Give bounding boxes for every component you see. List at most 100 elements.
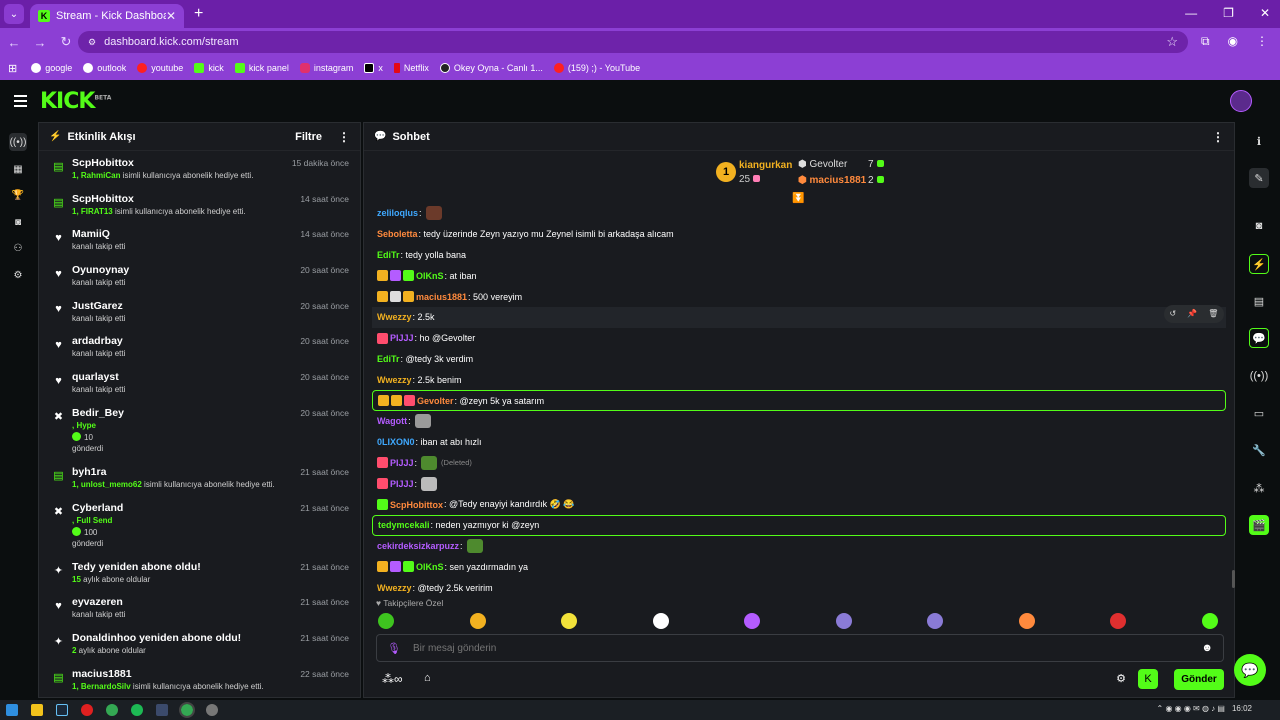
chat-options-icon[interactable]: ⋮ <box>1212 130 1224 144</box>
camera-icon[interactable]: ◙ <box>9 213 27 231</box>
activity-item[interactable]: ♥ eyvazeren kanalı takip etti 21 saat ön… <box>39 590 360 626</box>
activity-item[interactable]: ✖ Bedir_Bey , Hype 10 gönderdi 20 saat ö… <box>39 401 360 460</box>
profile-icon[interactable]: ◉ <box>1228 34 1238 49</box>
send-button[interactable]: Gönder <box>1174 669 1224 690</box>
chat-message-input[interactable] <box>412 642 1202 654</box>
minimize-icon[interactable]: — <box>1185 6 1197 20</box>
chat-icon[interactable]: 💬 <box>1249 328 1269 348</box>
menu-icon[interactable] <box>14 95 27 110</box>
chat-username[interactable]: PIJJJ <box>390 333 414 343</box>
store-icon[interactable]: ⌂ <box>424 672 431 684</box>
bookmark-item[interactable]: (159) ;) - YouTube <box>553 63 640 73</box>
chat-username[interactable]: OlKnS <box>416 562 444 572</box>
chat-message[interactable]: Wwezzy: 2.5k ↺ 📌 🗑 <box>372 304 1226 328</box>
bolt-icon[interactable]: ⚡ <box>1249 254 1269 274</box>
chat-message[interactable]: ScpHobittox: @Tedy enayiyi kandırdık 🤣 😂 <box>372 494 1226 515</box>
chat-message[interactable]: EdiTr: tedy yolla bana <box>372 245 1226 266</box>
windows-start-icon[interactable] <box>6 704 18 716</box>
broadcast-icon[interactable]: ((•)) <box>9 133 27 151</box>
chat-username[interactable]: macius1881 <box>416 292 467 302</box>
obs-icon[interactable] <box>206 704 218 716</box>
new-tab-button[interactable]: + <box>194 5 203 23</box>
url-field[interactable]: ⚙ dashboard.kick.com/stream ☆ <box>78 31 1188 53</box>
chat-username[interactable]: Gevolter <box>417 396 454 406</box>
chat-username[interactable]: ScpHobittox <box>390 500 443 510</box>
kicks-icon[interactable]: ⁂ <box>1249 478 1269 498</box>
chat-input-box[interactable]: 🎙 ☻ <box>376 634 1224 662</box>
support-chat-button[interactable]: 💬 <box>1234 654 1266 686</box>
activity-item[interactable]: ♥ MamiiQ kanalı takip etti 14 saat önce <box>39 222 360 258</box>
chat-username[interactable]: tedymcekali <box>378 520 430 530</box>
chat-username[interactable]: PIJJJ <box>390 479 414 489</box>
activity-item[interactable]: ✦ Donaldinhoo yeniden abone oldu! 2 aylı… <box>39 626 360 662</box>
chat-username[interactable]: Seboletta <box>377 229 418 239</box>
chat-message[interactable]: OlKnS: at iban <box>372 265 1226 286</box>
chrome-icon[interactable] <box>106 704 118 716</box>
apps-icon[interactable]: ⊞ <box>8 62 17 75</box>
tab-search-button[interactable]: ⌄ <box>4 4 24 24</box>
leader-first-name[interactable]: kiangurkan <box>739 160 792 171</box>
chrome-active-icon[interactable] <box>179 702 195 718</box>
spotify-icon[interactable] <box>131 704 143 716</box>
bookmark-item[interactable]: Okey Oyna - Canlı 1... <box>439 63 543 73</box>
chat-message[interactable]: PIJJJ: (Deleted) <box>372 453 1226 474</box>
chat-message[interactable]: PIJJJ: <box>372 473 1226 494</box>
activity-item[interactable]: ♥ Oyunoynay kanalı takip etti 20 saat ön… <box>39 258 360 294</box>
edit-icon[interactable]: ✎ <box>1249 168 1269 188</box>
pin-icon[interactable]: 📌 <box>1187 309 1197 318</box>
chat-username[interactable]: Wwezzy <box>377 583 412 593</box>
chat-message[interactable]: OlKnS: sen yazdırmadın ya <box>372 557 1226 578</box>
close-window-icon[interactable]: ✕ <box>1260 6 1270 20</box>
timeout-icon[interactable]: ↺ <box>1170 309 1177 318</box>
emote-button[interactable] <box>469 613 486 629</box>
chat-username[interactable]: zeliloqlus <box>377 208 418 218</box>
chat-message[interactable]: tedymcekali: neden yazmıyor ki @zeyn <box>372 514 1226 536</box>
chat-message[interactable]: EdiTr: @tedy 3k verdim <box>372 349 1226 370</box>
broadcast-icon[interactable]: ((•)) <box>1249 366 1269 386</box>
emote-button[interactable] <box>835 613 852 629</box>
activity-item[interactable]: ▤ macius1881 1, BernardoSilv isimli kull… <box>39 662 360 697</box>
activity-item[interactable]: ✖ Cyberland , Full Send 100 gönderdi 21 … <box>39 496 360 555</box>
more-options-icon[interactable]: ⋮ <box>338 130 350 144</box>
bookmark-item[interactable]: kick <box>194 63 224 73</box>
settings-icon[interactable]: ⚙ <box>9 266 27 284</box>
activity-item[interactable]: ▤ ScpHobittox 1, FIRAT13 isimli kullanıc… <box>39 187 360 223</box>
chat-message[interactable]: 0LIXON0: iban at abı hızlı <box>372 432 1226 453</box>
dashboard-icon[interactable]: ▦ <box>9 160 27 178</box>
trophy-icon[interactable]: 🏆 <box>9 186 27 204</box>
chat-message[interactable]: cekirdeksizkarpuzz: <box>372 536 1226 557</box>
chat-username[interactable]: EdiTr <box>377 354 400 364</box>
chat-username[interactable]: Wagott <box>377 416 407 426</box>
close-tab-icon[interactable]: ✕ <box>166 9 176 23</box>
delete-icon[interactable]: 🗑 <box>1208 309 1218 318</box>
chat-username[interactable]: PIJJJ <box>390 458 414 468</box>
info-icon[interactable]: ℹ <box>1249 131 1269 151</box>
browser-menu-icon[interactable]: ⋮ <box>1256 34 1268 49</box>
activity-item[interactable]: ▤ byh1ra 1, unlost_memo62 isimli kullanı… <box>39 460 360 496</box>
kick-emote-button[interactable]: K <box>1138 669 1158 689</box>
chat-username[interactable]: OlKnS <box>416 271 444 281</box>
document-icon[interactable]: ▤ <box>1249 291 1269 311</box>
chat-message[interactable]: Wwezzy: 2.5k benim <box>372 369 1226 390</box>
kick-logo[interactable]: KICKBETA <box>40 89 111 114</box>
avatar[interactable] <box>1230 90 1252 112</box>
emote-button[interactable] <box>652 613 669 629</box>
activity-item[interactable]: ♥ ardadrbay kanalı takip etti 20 saat ön… <box>39 329 360 365</box>
emote-button[interactable] <box>927 613 944 629</box>
bookmark-item[interactable]: Netflix <box>393 63 429 73</box>
chat-message[interactable]: Wagott: <box>372 411 1226 432</box>
kicks-infinity-icon[interactable]: ⁂∞ <box>382 672 403 686</box>
steam-icon[interactable] <box>56 704 68 716</box>
chat-username[interactable]: cekirdeksizkarpuzz <box>377 541 459 551</box>
mic-icon[interactable]: 🎙 <box>387 642 401 655</box>
emote-button[interactable] <box>1201 613 1218 629</box>
forward-icon[interactable]: → <box>28 35 52 50</box>
chat-settings-icon[interactable]: ⚙ <box>1116 672 1126 685</box>
users-icon[interactable]: ⚇ <box>9 239 27 257</box>
browser-tab[interactable]: K Stream - Kick Dashboard ✕ <box>30 4 184 28</box>
wrench-icon[interactable]: 🔧 <box>1249 440 1269 460</box>
activity-item[interactable]: ♥ quarlayst kanalı takip etti 20 saat ön… <box>39 365 360 401</box>
chat-message[interactable]: PIJJJ: ho @Gevolter <box>372 328 1226 349</box>
bookmark-item[interactable]: outlook <box>83 63 126 73</box>
bookmark-star-icon[interactable]: ☆ <box>1166 34 1178 50</box>
